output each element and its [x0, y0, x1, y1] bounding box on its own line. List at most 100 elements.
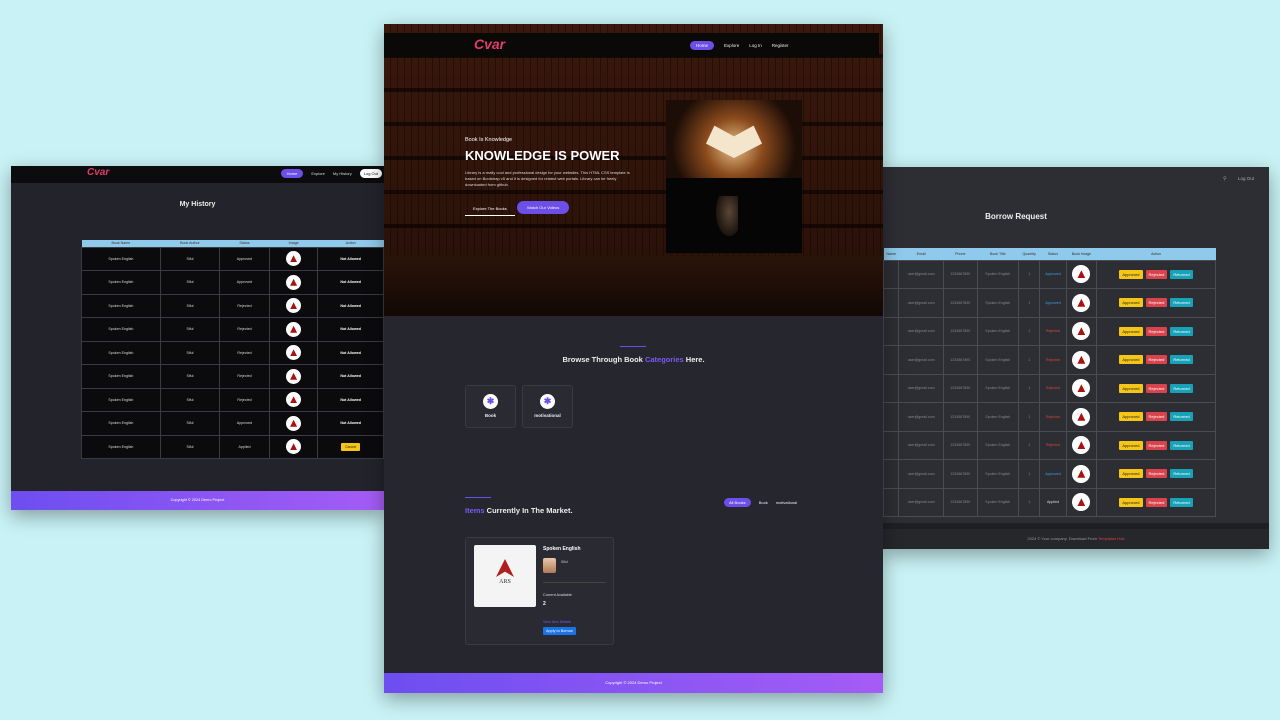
- column-header: Quantity: [1018, 248, 1040, 260]
- filter-all-books[interactable]: All Books: [724, 498, 751, 507]
- logo[interactable]: Cvar: [87, 167, 109, 178]
- filter-book[interactable]: Book: [759, 500, 768, 505]
- book-thumbnail: [286, 298, 302, 314]
- column-header: Name: [883, 248, 899, 260]
- cell-status: Rejected: [1039, 345, 1067, 375]
- returned-button[interactable]: Returned: [1170, 298, 1193, 308]
- approve-button[interactable]: Approved: [1119, 383, 1143, 393]
- hero-headline: KNOWLEDGE IS POWER: [465, 148, 620, 163]
- nav-home[interactable]: Home: [690, 41, 715, 50]
- explore-books-button[interactable]: Explore The Books: [465, 202, 515, 216]
- history-table: Book Name Book Author Status Image Action Sp…: [81, 240, 384, 459]
- nav-home[interactable]: Home: [280, 169, 304, 178]
- reject-button[interactable]: Rejected: [1145, 497, 1168, 507]
- book-author: Siful: [561, 560, 568, 564]
- table-row: user@gmail.com 1234567890 Spoken English 1 A…: [883, 487, 1216, 517]
- cell-title: Spoken English: [976, 345, 1020, 375]
- nav-login[interactable]: Log In: [749, 43, 762, 48]
- view-details-link[interactable]: View Item Details: [543, 620, 571, 624]
- publisher-logo-icon: [496, 559, 514, 577]
- cell-image: [268, 317, 319, 342]
- cell-book-image: [1065, 345, 1098, 375]
- cell-title: Spoken English: [976, 430, 1020, 460]
- cell-status: Rejected: [219, 293, 270, 318]
- returned-button[interactable]: Returned: [1170, 440, 1193, 450]
- cell-action: Approved Rejected Returned: [1096, 459, 1216, 489]
- logout-link[interactable]: Log Out: [1238, 176, 1254, 181]
- cell-name: [883, 373, 900, 403]
- cell-status: Rejected: [1039, 373, 1067, 403]
- cell-status: Rejected: [219, 317, 270, 342]
- returned-button[interactable]: Returned: [1170, 469, 1193, 479]
- search-icon[interactable]: ⚲: [1223, 176, 1227, 182]
- table-row: user@gmail.com 1234567890 Spoken English 1 R…: [883, 316, 1216, 346]
- cell-title: Spoken English: [976, 402, 1020, 432]
- approve-button[interactable]: Approved: [1119, 355, 1143, 365]
- cell-action: Not Allowed: [317, 340, 384, 365]
- cell-phone: 1234567890: [943, 402, 978, 432]
- reject-button[interactable]: Rejected: [1145, 298, 1168, 308]
- cancel-button[interactable]: Cancel: [341, 442, 361, 451]
- approve-button[interactable]: Approved: [1119, 298, 1143, 308]
- nav-logout[interactable]: Log Out: [359, 169, 382, 178]
- filter-tabs: All Books Book motivational: [724, 498, 797, 507]
- approve-button[interactable]: Approved: [1119, 469, 1143, 479]
- book-thumbnail: [286, 439, 302, 455]
- cell-image: [268, 364, 319, 389]
- returned-button[interactable]: Returned: [1170, 326, 1193, 336]
- nav-explore[interactable]: Explore: [311, 171, 325, 176]
- reject-button[interactable]: Rejected: [1145, 412, 1168, 422]
- cell-book-image: [1065, 373, 1098, 403]
- category-card-motivational[interactable]: ✱ motivational: [522, 385, 573, 428]
- approve-button[interactable]: Approved: [1119, 269, 1143, 279]
- section-divider: [620, 346, 646, 347]
- book-thumbnail: [1072, 407, 1091, 426]
- cell-image: [268, 246, 319, 271]
- book-thumbnail: [286, 415, 302, 431]
- watch-videos-button[interactable]: Watch Our Videos: [517, 201, 570, 214]
- reject-button[interactable]: Rejected: [1145, 326, 1168, 336]
- returned-button[interactable]: Returned: [1170, 269, 1193, 279]
- cell-action: Approved Rejected Returned: [1096, 402, 1216, 432]
- cell-author: Siful: [159, 270, 221, 295]
- column-header: Status: [1039, 248, 1067, 260]
- filter-motivational[interactable]: motivational: [776, 500, 797, 505]
- cell-status: Applied: [219, 434, 270, 459]
- approve-button[interactable]: Approved: [1119, 440, 1143, 450]
- category-card-book[interactable]: ✱ Book: [465, 385, 516, 428]
- nav-explore[interactable]: Explore: [724, 43, 739, 48]
- action-text: Not Allowed: [340, 397, 361, 402]
- cell-name: [883, 288, 900, 318]
- cell-author: Siful: [159, 364, 221, 389]
- cell-image: [268, 270, 319, 295]
- cell-name: [883, 430, 900, 460]
- book-thumbnail: [1072, 265, 1091, 284]
- cell-email: user@gmail.com: [898, 259, 945, 289]
- reject-button[interactable]: Rejected: [1145, 469, 1168, 479]
- cell-book-image: [1065, 402, 1098, 432]
- cell-author: Siful: [159, 411, 221, 436]
- returned-button[interactable]: Returned: [1170, 497, 1193, 507]
- book-thumbnail: [286, 392, 302, 408]
- reject-button[interactable]: Rejected: [1145, 440, 1168, 450]
- cell-title: Spoken English: [976, 487, 1020, 517]
- items-heading-highlight: Items: [465, 506, 485, 515]
- nav-register[interactable]: Register: [772, 43, 789, 48]
- column-header: Action: [317, 240, 384, 247]
- footer-link[interactable]: Templates Hub: [1098, 536, 1125, 541]
- reject-button[interactable]: Rejected: [1145, 355, 1168, 365]
- cell-author: Siful: [159, 340, 221, 365]
- logo[interactable]: Cvar: [474, 36, 505, 52]
- returned-button[interactable]: Returned: [1170, 383, 1193, 393]
- reject-button[interactable]: Rejected: [1145, 383, 1168, 393]
- nav-my-history[interactable]: My History: [333, 171, 352, 176]
- approve-button[interactable]: Approved: [1119, 326, 1143, 336]
- cell-title: Spoken English: [976, 316, 1020, 346]
- table-row: user@gmail.com 1234567890 Spoken English 1 A…: [883, 288, 1216, 318]
- approve-button[interactable]: Approved: [1119, 497, 1143, 507]
- reject-button[interactable]: Rejected: [1145, 269, 1168, 279]
- apply-borrow-button[interactable]: Apply to Borrow: [543, 627, 576, 635]
- returned-button[interactable]: Returned: [1170, 355, 1193, 365]
- returned-button[interactable]: Returned: [1170, 412, 1193, 422]
- approve-button[interactable]: Approved: [1119, 412, 1143, 422]
